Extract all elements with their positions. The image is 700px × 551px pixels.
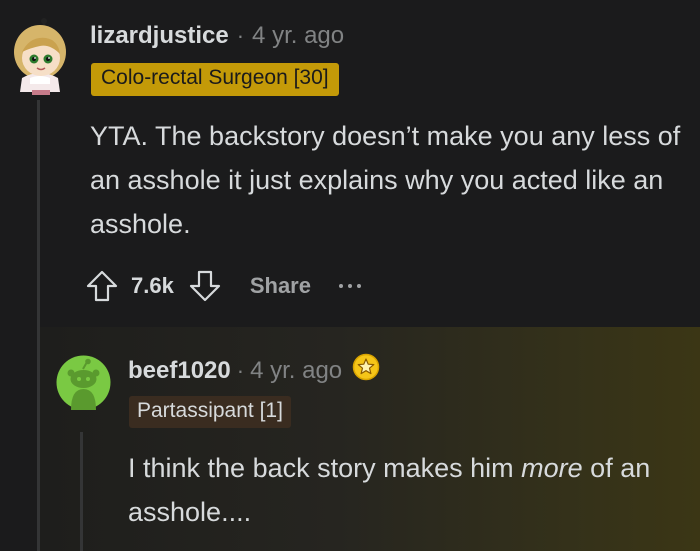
username-link[interactable]: beef1020 [128,357,231,385]
meta-separator: · [236,23,245,48]
thread-line[interactable] [80,432,83,551]
award-icon[interactable] [352,353,380,388]
comment-timestamp[interactable]: 4 yr. ago [252,22,344,50]
user-avatar[interactable] [10,18,72,96]
comment-actions: 7.6k Share [85,262,361,310]
user-avatar[interactable] [56,355,111,410]
downvote-icon[interactable] [188,269,222,303]
vote-count: 7.6k [131,273,174,298]
comment-body: I think the back story makes him more of… [128,446,688,534]
user-flair: Colo-rectal Surgeon [30] [91,63,339,96]
comment-body: YTA. The backstory doesn’t make you any … [90,121,681,239]
more-options-icon[interactable] [338,284,361,288]
username-link[interactable]: lizardjustice [90,22,229,50]
meta-separator: · [236,357,245,383]
share-button[interactable]: Share [250,273,311,299]
comment-emphasis: more [521,453,583,483]
user-flair: Partassipant [1] [129,396,291,428]
upvote-icon[interactable] [85,269,119,303]
comment-thread: lizardjustice · 4 yr. ago Colo-rectal Su… [0,0,700,551]
comment-text: I think the back story makes him [128,453,522,483]
comment-meta: beef1020 · 4 yr. ago [128,353,380,388]
comment-meta: lizardjustice · 4 yr. ago [90,22,344,50]
comment-timestamp[interactable]: 4 yr. ago [250,357,342,385]
